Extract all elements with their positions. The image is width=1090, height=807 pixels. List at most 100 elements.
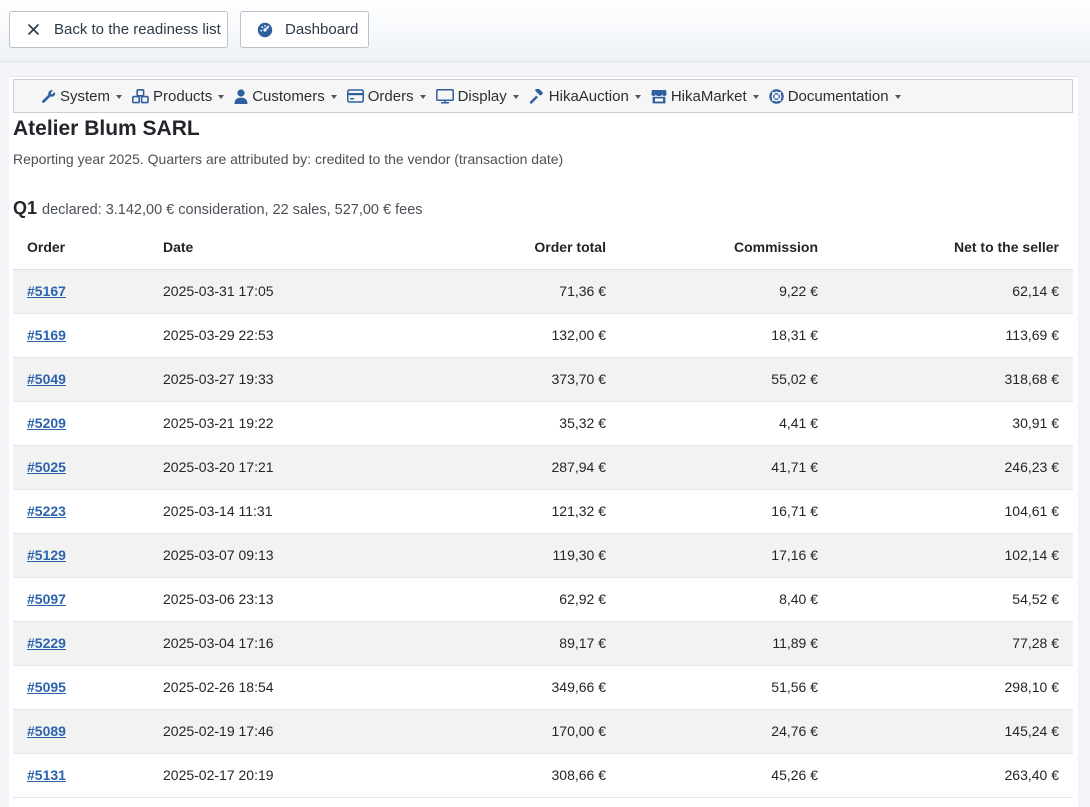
header-order: Order [13, 225, 149, 270]
order-date: 2025-03-21 19:22 [149, 401, 344, 446]
gavel-icon [529, 88, 543, 104]
order-commission: 41,71 € [620, 445, 832, 490]
order-total: 119,30 € [344, 533, 620, 578]
order-net: 318,68 € [832, 357, 1073, 402]
menu-hikaauction[interactable]: HikaAuction [529, 88, 641, 105]
back-to-readiness-list-button[interactable]: Back to the readiness list [9, 11, 228, 48]
table-row: #5025 2025-03-20 17:21 287,94 € 41,71 € … [13, 445, 1073, 490]
table-row: #5209 2025-03-21 19:22 35,32 € 4,41 € 30… [13, 401, 1073, 446]
menu-documentation[interactable]: Documentation [768, 87, 901, 105]
order-date: 2025-03-27 19:33 [149, 357, 344, 402]
main-content: System Products Customers Orders Display… [9, 76, 1078, 807]
order-link[interactable]: #5209 [27, 415, 66, 431]
order-net: 145,24 € [832, 709, 1073, 754]
order-total: 89,17 € [344, 621, 620, 666]
life-ring-icon [768, 88, 784, 104]
order-total: 308,66 € [344, 753, 620, 798]
order-link[interactable]: #5025 [27, 459, 66, 475]
order-date: 2025-03-20 17:21 [149, 445, 344, 490]
order-total: 62,92 € [344, 577, 620, 622]
order-link[interactable]: #5089 [27, 723, 66, 739]
user-icon [234, 88, 248, 104]
order-net: 54,52 € [832, 577, 1073, 622]
order-commission: 24,76 € [620, 709, 832, 754]
menu-products[interactable]: Products [132, 87, 225, 105]
table-row: #5097 2025-03-06 23:13 62,92 € 8,40 € 54… [13, 577, 1073, 622]
order-net: 77,28 € [832, 621, 1073, 666]
admin-menubar: System Products Customers Orders Display… [13, 79, 1073, 113]
order-net: 298,10 € [832, 665, 1073, 710]
order-link[interactable]: #5097 [27, 591, 66, 607]
order-commission: 16,71 € [620, 489, 832, 534]
menu-orders-label: Orders [367, 87, 414, 105]
table-row: #5089 2025-02-19 17:46 170,00 € 24,76 € … [13, 709, 1073, 754]
order-total: 71,36 € [344, 269, 620, 314]
order-link[interactable]: #5095 [27, 679, 66, 695]
chevron-down-icon [894, 94, 901, 99]
page-subtitle: Reporting year 2025. Quarters are attrib… [13, 151, 564, 167]
order-commission: 9,22 € [620, 269, 832, 314]
menu-system-label: System [60, 87, 111, 105]
table-row: #5169 2025-03-29 22:53 132,00 € 18,31 € … [13, 313, 1073, 358]
order-commission: 18,31 € [620, 313, 832, 358]
order-date: 2025-02-19 17:46 [149, 709, 344, 754]
order-commission: 45,26 € [620, 753, 832, 798]
quarter-label: Q1 [13, 198, 38, 218]
order-net: 263,40 € [832, 753, 1073, 798]
header-date: Date [149, 225, 344, 270]
header-order-total: Order total [344, 225, 620, 270]
table-header-row: Order Date Order total Commission Net to… [13, 225, 1073, 270]
order-total: 121,32 € [344, 489, 620, 534]
dashboard-button-label: Dashboard [285, 21, 359, 38]
order-link[interactable]: #5049 [27, 371, 66, 387]
quarter-summary: declared: 3.142,00 € consideration, 22 s… [42, 202, 423, 218]
chevron-down-icon [752, 94, 759, 99]
menu-system[interactable]: System [41, 87, 123, 105]
menu-products-label: Products [153, 87, 213, 105]
order-total: 349,66 € [344, 665, 620, 710]
header-net-to-seller: Net to the seller [832, 225, 1073, 270]
menu-hikamarket-label: HikaMarket [670, 87, 747, 105]
order-date: 2025-02-26 18:54 [149, 665, 344, 710]
menu-orders[interactable]: Orders [346, 87, 426, 105]
table-row: #5129 2025-03-07 09:13 119,30 € 17,16 € … [13, 533, 1073, 578]
close-icon [26, 24, 40, 35]
order-commission: 8,40 € [620, 577, 832, 622]
order-commission: 11,89 € [620, 621, 832, 666]
toolbar: Back to the readiness list Dashboard [0, 0, 1090, 62]
menu-documentation-label: Documentation [787, 87, 889, 105]
order-commission: 55,02 € [620, 357, 832, 402]
chevron-down-icon [634, 94, 641, 99]
order-total: 170,00 € [344, 709, 620, 754]
store-icon [651, 89, 667, 103]
order-link[interactable]: #5169 [27, 327, 66, 343]
order-link[interactable]: #5129 [27, 547, 66, 563]
menu-hikaauction-label: HikaAuction [548, 87, 629, 105]
table-row: #5049 2025-03-27 19:33 373,70 € 55,02 € … [13, 357, 1073, 402]
chevron-down-icon [419, 94, 426, 99]
order-date: 2025-02-17 20:19 [149, 753, 344, 798]
order-link[interactable]: #5223 [27, 503, 66, 519]
order-link[interactable]: #5229 [27, 635, 66, 651]
order-date: 2025-03-14 11:31 [149, 489, 344, 534]
order-link[interactable]: #5131 [27, 767, 66, 783]
page-title: Atelier Blum SARL [13, 117, 200, 140]
table-row: #5095 2025-02-26 18:54 349,66 € 51,56 € … [13, 665, 1073, 710]
dashboard-button[interactable]: Dashboard [240, 11, 369, 48]
order-date: 2025-03-07 09:13 [149, 533, 344, 578]
credit-card-icon [346, 89, 364, 103]
menu-display[interactable]: Display [435, 88, 519, 105]
order-date: 2025-03-31 17:05 [149, 269, 344, 314]
order-total: 287,94 € [344, 445, 620, 490]
order-commission: 4,41 € [620, 401, 832, 446]
menu-customers[interactable]: Customers [234, 88, 337, 105]
menu-customers-label: Customers [252, 87, 325, 105]
order-total: 373,70 € [344, 357, 620, 402]
order-link[interactable]: #5167 [27, 283, 66, 299]
chevron-down-icon [116, 94, 123, 99]
menu-hikamarket[interactable]: HikaMarket [651, 88, 759, 105]
order-date: 2025-03-06 23:13 [149, 577, 344, 622]
table-row: #5223 2025-03-14 11:31 121,32 € 16,71 € … [13, 489, 1073, 534]
chevron-down-icon [330, 94, 337, 99]
order-total: 132,00 € [344, 313, 620, 358]
